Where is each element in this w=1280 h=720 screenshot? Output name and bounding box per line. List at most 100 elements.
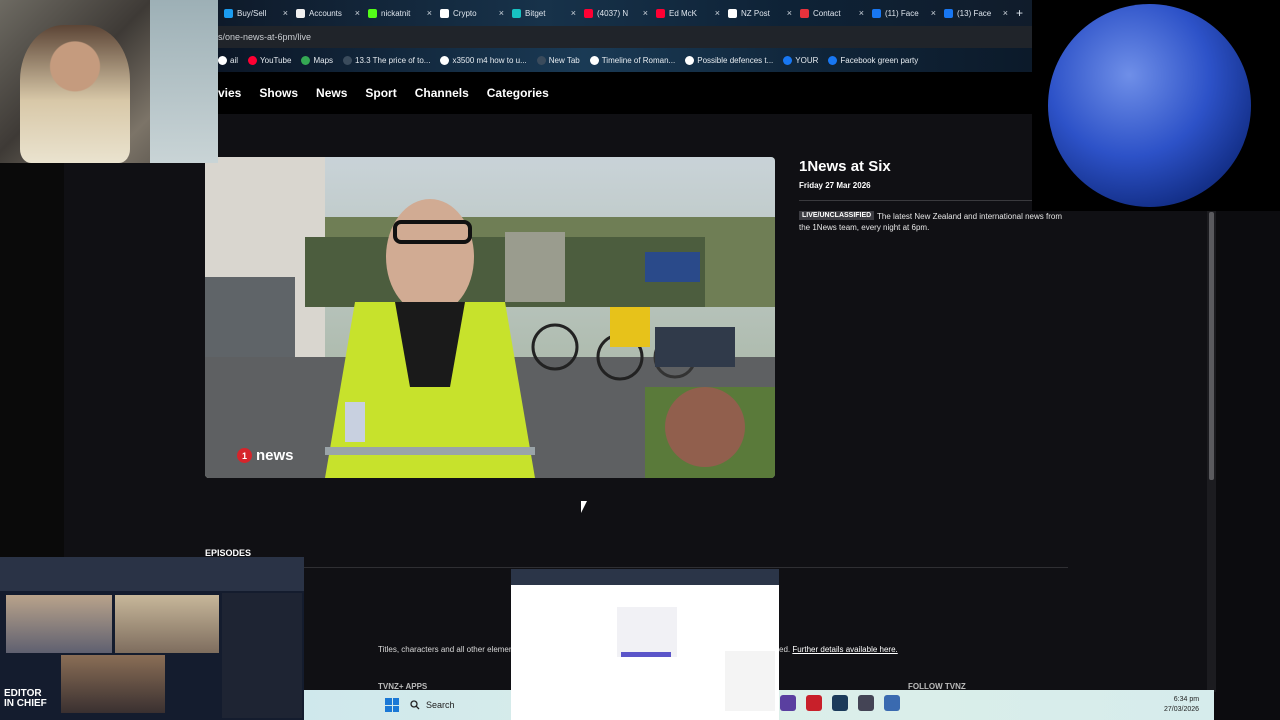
video-frame-image [205,157,775,478]
bookmark-item[interactable]: Timeline of Roman... [589,55,676,65]
address-url[interactable]: s/one-news-at-6pm/live [218,32,311,42]
mail-icon [218,55,227,65]
settings-gear-icon[interactable] [884,695,900,711]
browser-tab[interactable]: (13) Face × [940,2,1012,24]
bookmark-item[interactable]: YOUR [783,55,818,65]
thumbnail-browser-bar [511,569,779,585]
browser-tab[interactable]: Crypto × [436,2,508,24]
bookmark-label: Possible defences t... [697,55,774,65]
browser-tab[interactable]: NZ Post × [724,2,796,24]
windows-start-icon[interactable] [385,698,399,712]
taskbar-clock[interactable]: 6:34 pm 27/03/2026 [1164,695,1199,715]
close-tab-icon[interactable]: × [283,8,288,18]
wikipedia-icon [589,55,599,65]
app-red-icon[interactable] [806,695,822,711]
game-controller-icon[interactable] [858,695,874,711]
bookmark-item[interactable]: Maps [301,55,333,65]
cryptocurrency-icon [224,8,233,18]
browser-tab[interactable]: Contact × [796,2,868,24]
call-participant-3 [61,655,165,713]
accounts-icon [296,8,305,18]
neptune-planet-image [1048,4,1251,207]
nav-link-news[interactable]: News [316,86,347,100]
bookmark-label: x3500 m4 how to u... [452,55,527,65]
editor-label-line-2: IN CHIEF [4,698,47,709]
address-bar[interactable]: s/one-news-at-6pm/live [218,26,1032,48]
new-tab-button[interactable]: + [1016,6,1023,20]
close-tab-icon[interactable]: × [787,8,792,18]
bookmark-item[interactable]: Facebook green party [828,55,918,65]
browser-tab-label: NZ Post [741,8,770,18]
close-tab-icon[interactable]: × [427,8,432,18]
browser-tab[interactable]: (4037) N × [580,2,652,24]
browser-tab-label: (11) Face [885,8,919,18]
taskbar-search[interactable]: Search [404,696,504,714]
maps-icon [301,55,311,65]
google-icon [440,55,450,65]
further-details-link[interactable]: Further details available here. [792,645,897,654]
thumbnail-button [621,652,671,657]
close-tab-icon[interactable]: × [571,8,576,18]
nav-link-sport[interactable]: Sport [365,86,396,100]
bitget-icon [512,8,521,18]
bookmark-label: YouTube [260,55,292,65]
copyright-prefix: ed. [779,645,791,654]
clock-time: 6:34 pm [1173,696,1200,703]
close-tab-icon[interactable]: × [355,8,360,18]
bookmark-label: Timeline of Roman... [601,55,676,65]
bookmarks-bar: ail YouTube Maps 13.3 The price of to... x35… [218,48,1032,72]
taskbar-pinned-apps [780,695,900,711]
browser-tab[interactable]: nickatnit × [364,2,436,24]
page-scrollbar-thumb[interactable] [1209,212,1214,480]
video-player[interactable] [205,157,775,478]
bookmark-label: 13.3 The price of to... [355,55,431,65]
close-tab-icon[interactable]: × [1003,8,1008,18]
browser-tab[interactable]: Ed McK × [652,2,724,24]
bookmark-item[interactable]: Possible defences t... [685,55,774,65]
browser-tab[interactable]: Accounts × [292,2,364,24]
facebook-icon [872,8,881,18]
bookmark-item[interactable]: New Tab [536,55,580,65]
call-participant-1 [6,595,112,653]
nzpost-icon [728,8,737,18]
nav-link-shows[interactable]: Shows [259,86,298,100]
video-brand-logo: 1 news [237,447,294,464]
bookmark-item[interactable]: 13.3 The price of to... [343,55,431,65]
browser-tab-label: Accounts [309,8,342,18]
browser-tab-label: (4037) N [597,8,629,18]
webcam-person [20,25,130,163]
close-tab-icon[interactable]: × [715,8,720,18]
youtube-icon [656,8,665,18]
page-icon [343,55,353,65]
page-icon [536,55,546,65]
episodes-divider [205,567,1068,568]
youtube-icon [584,8,593,18]
app-purple-icon[interactable] [780,695,796,711]
close-tab-icon[interactable]: × [931,8,936,18]
crypto-icon [440,8,449,18]
webcam-overlay [0,0,218,163]
nav-link-categories[interactable]: Categories [487,86,549,100]
nav-link-vies[interactable]: vies [218,86,241,100]
browser-tab-label: nickatnit [381,8,411,18]
video-call-overlay: EDITOR IN CHIEF [0,557,304,720]
browser-tab[interactable]: Buy/Sell × [220,2,292,24]
close-tab-icon[interactable]: × [859,8,864,18]
taskbar-search-label: Search [426,700,455,710]
close-tab-icon[interactable]: × [643,8,648,18]
browser-tab[interactable]: (11) Face × [868,2,940,24]
close-tab-icon[interactable]: × [499,8,504,18]
steam-icon[interactable] [832,695,848,711]
live-badge: LIVE/UNCLASSIFIED [799,211,875,220]
call-overlay-video-list [222,593,302,718]
contact-icon [800,8,809,18]
browser-tab[interactable]: Bitget × [508,2,580,24]
bookmark-item[interactable]: x3500 m4 how to u... [440,55,527,65]
browser-tab-label: Buy/Sell [237,8,267,18]
bookmark-item[interactable]: YouTube [248,55,292,65]
nav-link-channels[interactable]: Channels [415,86,469,100]
thumbnail-side-panel [725,651,775,711]
search-icon [410,700,420,710]
facebook-icon [783,55,793,65]
bookmark-item[interactable]: ail [218,55,238,65]
